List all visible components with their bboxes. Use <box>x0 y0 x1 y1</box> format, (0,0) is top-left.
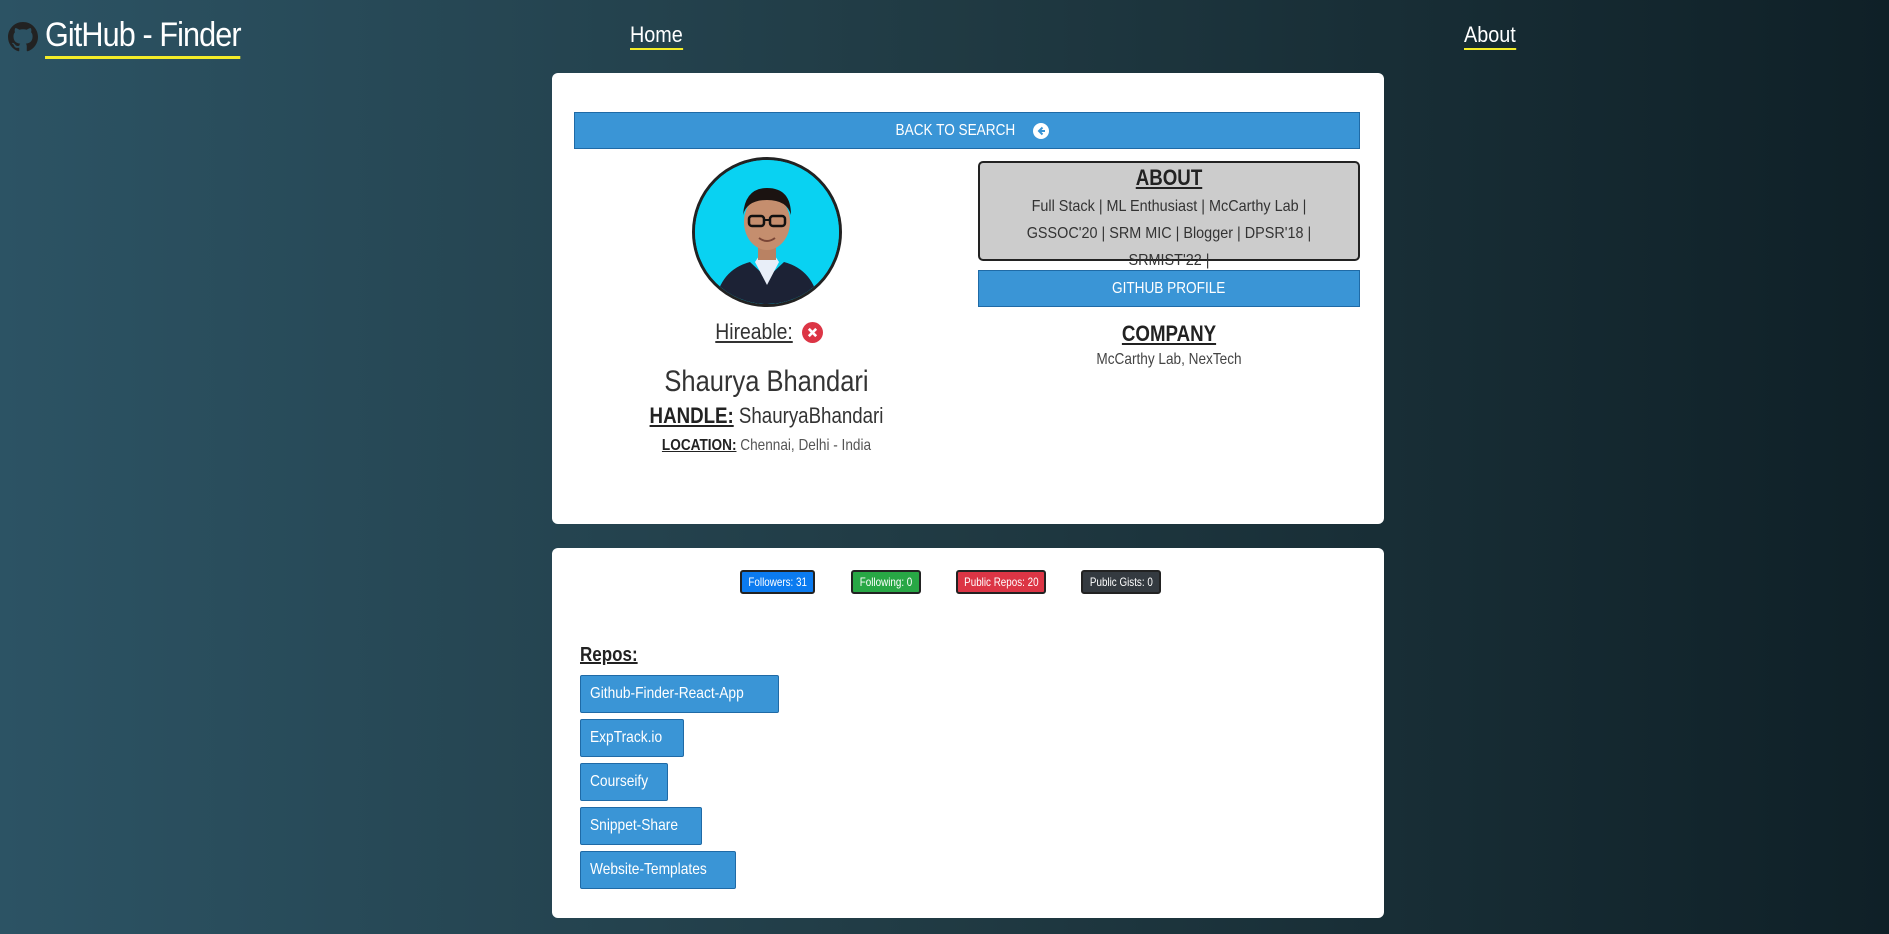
public-repos-label: Public Repos: 20 <box>963 575 1039 589</box>
handle-value: ShauryaBhandari <box>738 403 884 428</box>
repo-button[interactable]: ExpTrack.io <box>580 719 684 757</box>
company-section: COMPANY McCarthy Lab, NexTech <box>978 321 1360 369</box>
about-bio: Full Stack | ML Enthusiast | McCarthy La… <box>1026 198 1312 269</box>
navbar: GitHub - Finder Home About <box>0 0 1889 70</box>
about-box: ABOUT Full Stack | ML Enthusiast | McCar… <box>978 161 1360 269</box>
repo-name: Snippet-Share <box>590 817 678 834</box>
profile-location: LOCATION: Chennai, Delhi - India <box>603 437 930 455</box>
handle-label: HANDLE: <box>649 403 734 428</box>
repo-button[interactable]: Courseify <box>580 763 668 801</box>
public-repos-badge: Public Repos: 20 <box>956 570 1046 594</box>
repos-title: Repos: <box>580 644 638 666</box>
hireable-status: Hireable: <box>574 319 959 345</box>
location-label: LOCATION: <box>661 437 737 454</box>
profile-name: Shaurya Bhandari <box>664 365 869 398</box>
avatar <box>691 157 842 307</box>
avatar-portrait <box>694 160 839 304</box>
back-to-search-label: BACK TO SEARCH <box>895 121 1015 139</box>
followers-badge: Followers: 31 <box>740 570 815 594</box>
github-icon <box>8 21 38 51</box>
nav-home-link[interactable]: Home <box>630 22 683 50</box>
repo-name: Courseify <box>590 773 649 790</box>
profile-left-column: Hireable: Shaurya Bhandari HANDLE: Shaur… <box>574 157 959 455</box>
following-label: Following: 0 <box>859 575 913 589</box>
repo-name: Github-Finder-React-App <box>590 685 744 702</box>
company-title: COMPANY <box>1121 321 1217 346</box>
followers-label: Followers: 31 <box>748 575 807 589</box>
repo-button[interactable]: Snippet-Share <box>580 807 703 845</box>
repo-button[interactable]: Github-Finder-React-App <box>580 675 779 713</box>
location-value: Chennai, Delhi - India <box>740 437 872 454</box>
nav-about-link[interactable]: About <box>1464 22 1516 50</box>
brand[interactable]: GitHub - Finder <box>8 14 262 59</box>
stats-card: Followers: 31 Following: 0 Public Repos:… <box>552 548 1384 918</box>
public-gists-badge: Public Gists: 0 <box>1081 570 1161 594</box>
repo-name: ExpTrack.io <box>590 729 663 746</box>
repo-name: Website-Templates <box>590 861 707 878</box>
github-profile-label: GITHUB PROFILE <box>1112 279 1226 297</box>
back-to-search-button[interactable]: BACK TO SEARCH <box>574 112 1360 149</box>
hireable-label: Hireable: <box>715 319 793 344</box>
profile-card: BACK TO SEARCH Hireable: Shaurya Bhandar… <box>552 73 1384 524</box>
public-gists-label: Public Gists: 0 <box>1089 575 1153 589</box>
profile-handle: HANDLE: ShauryaBhandari <box>603 403 930 429</box>
x-circle-icon <box>802 321 824 343</box>
stats-badges: Followers: 31 Following: 0 Public Repos:… <box>552 570 1384 596</box>
following-badge: Following: 0 <box>851 570 921 594</box>
github-profile-button[interactable]: GITHUB PROFILE <box>978 270 1360 307</box>
about-title: ABOUT <box>1135 165 1203 190</box>
arrow-circle-left-icon <box>1033 122 1050 139</box>
brand-title[interactable]: GitHub - Finder <box>45 14 242 59</box>
repo-button[interactable]: Website-Templates <box>580 851 736 889</box>
company-value: McCarthy Lab, NexTech <box>1096 351 1242 368</box>
repo-list: Github-Finder-React-App ExpTrack.io Cour… <box>580 675 779 895</box>
